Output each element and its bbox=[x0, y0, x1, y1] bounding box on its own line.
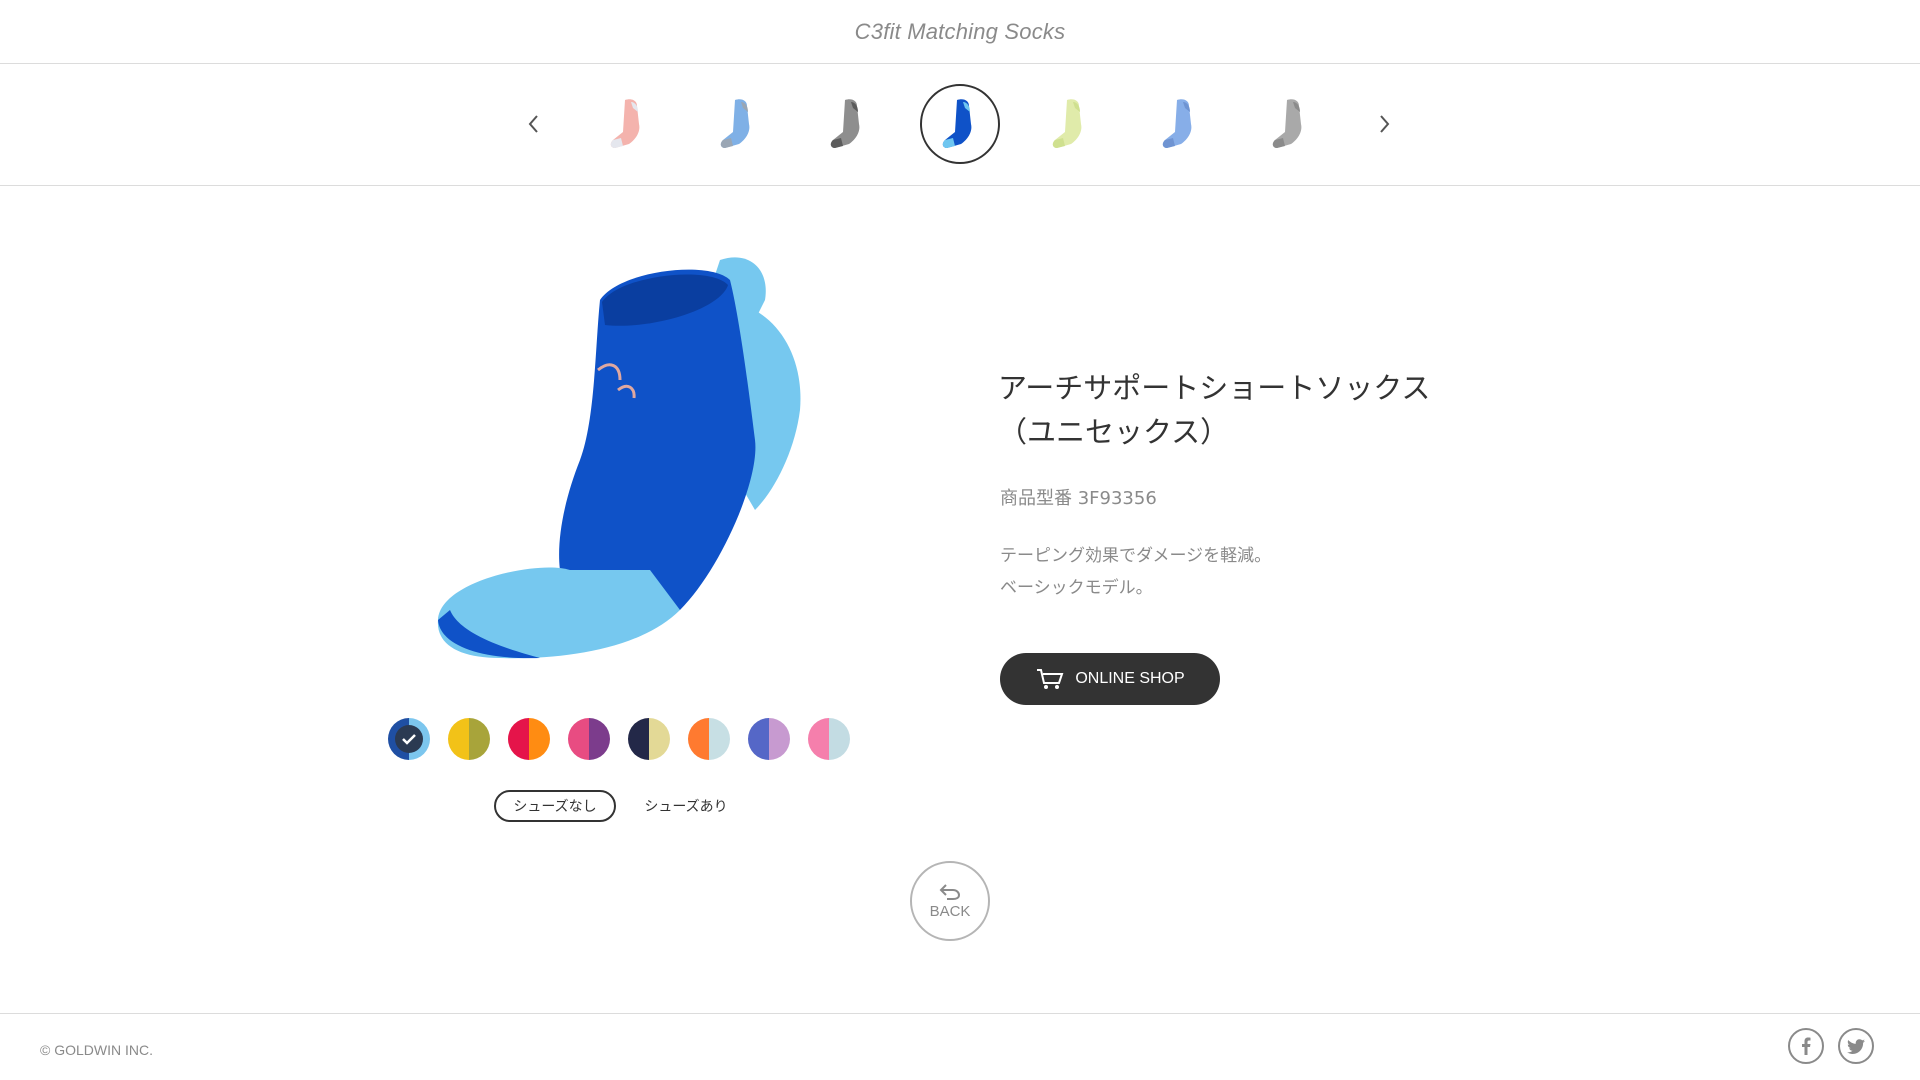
color-swatch[interactable] bbox=[688, 718, 730, 760]
carousel-prev-button[interactable] bbox=[516, 106, 552, 142]
twitter-icon bbox=[1847, 1038, 1865, 1054]
product-number: 商品型番 3F93356 bbox=[1000, 488, 1157, 509]
facebook-link[interactable] bbox=[1788, 1028, 1824, 1064]
sock-thumb-icon bbox=[1162, 99, 1192, 148]
product-title-line1: アーチサポートショートソックス bbox=[998, 371, 1431, 405]
carousel-thumb-sock-lightgray[interactable] bbox=[1250, 84, 1330, 164]
chevron-right-icon bbox=[1380, 115, 1390, 133]
back-button[interactable]: BACK bbox=[910, 861, 990, 941]
product-image bbox=[420, 240, 820, 670]
chevron-left-icon bbox=[528, 115, 538, 133]
sock-thumb-icon bbox=[830, 99, 860, 148]
back-label: BACK bbox=[929, 902, 971, 920]
check-icon bbox=[395, 725, 423, 753]
sock-thumb-icon bbox=[610, 99, 640, 148]
toggle-with-shoes[interactable]: シューズあり bbox=[630, 790, 742, 822]
color-swatch[interactable] bbox=[388, 718, 430, 760]
copyright: © GOLDWIN INC. bbox=[40, 1042, 153, 1058]
carousel-thumb-sock-blue[interactable] bbox=[920, 84, 1000, 164]
product-title: アーチサポートショートソックス （ユニセックス） bbox=[998, 366, 1518, 454]
footer: © GOLDWIN INC. bbox=[0, 1013, 1920, 1080]
sock-thumb-icon bbox=[942, 99, 972, 148]
carousel-thumb-sock-gray[interactable] bbox=[808, 84, 888, 164]
color-swatch[interactable] bbox=[508, 718, 550, 760]
sock-thumb-icon bbox=[1052, 99, 1082, 148]
cart-icon bbox=[1037, 669, 1064, 689]
color-swatch[interactable] bbox=[568, 718, 610, 760]
color-swatches bbox=[388, 718, 860, 760]
header: C3fit Matching Socks bbox=[0, 0, 1920, 64]
product-carousel bbox=[0, 64, 1920, 186]
product-description: テーピング効果でダメージを軽減。 ベーシックモデル。 bbox=[1000, 540, 1271, 604]
online-shop-label: ONLINE SHOP bbox=[1075, 670, 1185, 687]
sock-thumb-icon bbox=[720, 99, 750, 148]
twitter-link[interactable] bbox=[1838, 1028, 1874, 1064]
return-arrow-icon bbox=[939, 883, 961, 900]
sock-thumb-icon bbox=[1272, 99, 1302, 148]
product-description-line1: テーピング効果でダメージを軽減。 bbox=[1000, 546, 1272, 566]
site-title[interactable]: C3fit Matching Socks bbox=[855, 19, 1066, 45]
toggle-without-shoes[interactable]: シューズなし bbox=[494, 790, 616, 822]
carousel-thumb-sock-lime[interactable] bbox=[1030, 84, 1110, 164]
facebook-icon bbox=[1802, 1037, 1811, 1055]
color-swatch[interactable] bbox=[748, 718, 790, 760]
carousel-thumb-sock-pink[interactable] bbox=[588, 84, 668, 164]
color-swatch[interactable] bbox=[628, 718, 670, 760]
online-shop-button[interactable]: ONLINE SHOP bbox=[1000, 653, 1220, 705]
carousel-thumb-sock-periwinkle[interactable] bbox=[1140, 84, 1220, 164]
color-swatch[interactable] bbox=[448, 718, 490, 760]
product-description-line2: ベーシックモデル。 bbox=[1000, 578, 1153, 598]
color-swatch[interactable] bbox=[808, 718, 850, 760]
carousel-next-button[interactable] bbox=[1366, 106, 1402, 142]
product-title-line2: （ユニセックス） bbox=[998, 415, 1230, 449]
carousel-thumb-sock-lightblue[interactable] bbox=[698, 84, 778, 164]
sock-illustration bbox=[437, 257, 801, 659]
